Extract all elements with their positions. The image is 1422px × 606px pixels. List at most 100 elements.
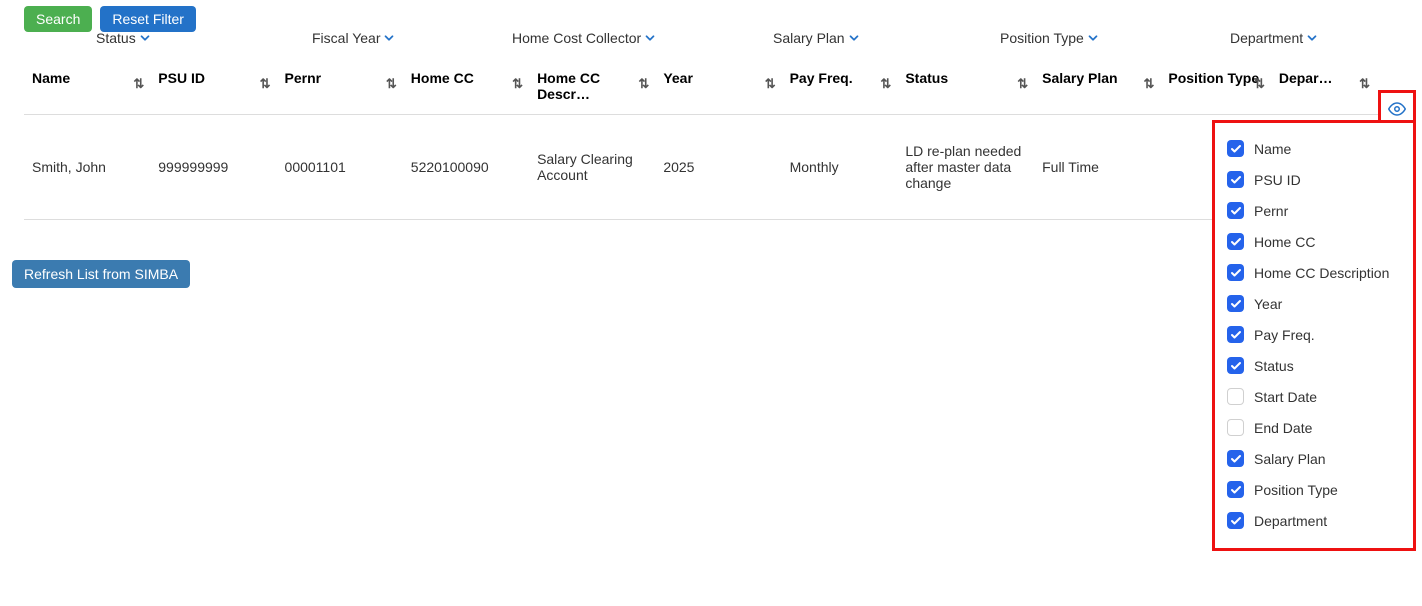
cell-pay_freq: Monthly [782, 115, 898, 220]
checkbox-checked-icon[interactable] [1227, 512, 1244, 529]
checkbox-unchecked-icon[interactable] [1227, 388, 1244, 405]
filter-home-cost-collector[interactable]: Home Cost Collector [512, 30, 657, 46]
column-toggle-label: Pay Freq. [1254, 327, 1315, 343]
column-toggle-home-cc[interactable]: Home CC [1225, 226, 1405, 257]
checkbox-unchecked-icon[interactable] [1227, 419, 1244, 436]
column-header-label: Home CC Descr… [537, 70, 600, 102]
column-toggle-label: Name [1254, 141, 1291, 157]
checkbox-checked-icon[interactable] [1227, 357, 1244, 374]
chevron-down-icon [138, 31, 152, 45]
column-toggle-home-cc-description[interactable]: Home CC Description [1225, 257, 1405, 288]
column-header-name[interactable]: Name ⇅ [24, 54, 150, 115]
data-table: Name⇅PSU ID⇅Pernr⇅Home CC⇅Home CC Descr…… [24, 54, 1414, 220]
checkbox-checked-icon[interactable] [1227, 233, 1244, 250]
cell-pernr: 00001101 [277, 115, 403, 220]
column-header-department[interactable]: Depar… ⇅ [1271, 54, 1376, 115]
refresh-list-button[interactable]: Refresh List from SIMBA [12, 260, 190, 288]
column-toggle-start-date[interactable]: Start Date [1225, 381, 1405, 412]
checkbox-checked-icon[interactable] [1227, 140, 1244, 157]
filter-position-type[interactable]: Position Type [1000, 30, 1100, 46]
column-toggle-label: Start Date [1254, 389, 1317, 405]
sort-icon[interactable]: ⇅ [1017, 76, 1028, 92]
column-header-pernr[interactable]: Pernr ⇅ [277, 54, 403, 115]
checkbox-checked-icon[interactable] [1227, 295, 1244, 312]
chevron-down-icon [1086, 31, 1100, 45]
column-toggle-name[interactable]: Name [1225, 133, 1405, 164]
column-toggle-salary-plan[interactable]: Salary Plan [1225, 443, 1405, 474]
column-toggle-label: PSU ID [1254, 172, 1301, 188]
column-toggle-label: Year [1254, 296, 1282, 312]
filter-salary-plan[interactable]: Salary Plan [773, 30, 861, 46]
column-toggle-label: Salary Plan [1254, 451, 1326, 467]
column-toggle-position-type[interactable]: Position Type [1225, 474, 1405, 505]
column-toggle-label: Pernr [1254, 203, 1288, 219]
filter-status[interactable]: Status [96, 30, 152, 46]
column-header-home_cc[interactable]: Home CC ⇅ [403, 54, 529, 115]
sort-icon[interactable]: ⇅ [880, 76, 891, 92]
column-header-status[interactable]: Status ⇅ [897, 54, 1034, 115]
column-header-label: Pernr [285, 70, 322, 86]
column-visibility-toggle-highlight [1378, 90, 1416, 124]
sort-icon[interactable]: ⇅ [1143, 76, 1154, 92]
checkbox-checked-icon[interactable] [1227, 264, 1244, 281]
sort-icon[interactable]: ⇅ [638, 76, 649, 92]
reset-filter-button[interactable]: Reset Filter [100, 6, 196, 32]
filter-row: Status Fiscal Year Home Cost Collector Sala… [8, 30, 1414, 54]
filter-department[interactable]: Department [1230, 30, 1319, 46]
chevron-down-icon [382, 31, 396, 45]
checkbox-checked-icon[interactable] [1227, 326, 1244, 343]
column-toggle-department[interactable]: Department [1225, 505, 1405, 536]
column-header-position_type[interactable]: Position Type⇅ [1160, 54, 1270, 115]
column-header-label: Home CC [411, 70, 474, 86]
column-header-label: Status [905, 70, 948, 86]
cell-salary_plan: Full Time [1034, 115, 1160, 220]
column-header-pay_freq[interactable]: Pay Freq. ⇅ [782, 54, 898, 115]
checkbox-checked-icon[interactable] [1227, 450, 1244, 467]
chevron-down-icon [1305, 31, 1319, 45]
column-toggle-pay-freq.[interactable]: Pay Freq. [1225, 319, 1405, 350]
column-header-label: Pay Freq. [790, 70, 853, 86]
column-header-label: Name [32, 70, 70, 86]
column-toggle-pernr[interactable]: Pernr [1225, 195, 1405, 226]
cell-home_cc_desc: Salary Clearing Account [529, 115, 655, 220]
chevron-down-icon [847, 31, 861, 45]
table-row[interactable]: Smith, John999999999000011015220100090Sa… [24, 115, 1414, 220]
sort-icon[interactable]: ⇅ [133, 76, 144, 92]
filter-label: Home Cost Collector [512, 30, 641, 46]
filter-label: Salary Plan [773, 30, 845, 46]
column-toggle-year[interactable]: Year [1225, 288, 1405, 319]
column-header-salary_plan[interactable]: Salary Plan ⇅ [1034, 54, 1160, 115]
column-header-label: Position Type [1168, 70, 1259, 86]
sort-icon[interactable]: ⇅ [1254, 76, 1265, 92]
column-header-year[interactable]: Year⇅ [655, 54, 781, 115]
column-header-psu_id[interactable]: PSU ID ⇅ [150, 54, 276, 115]
eye-icon[interactable] [1383, 97, 1411, 121]
cell-year: 2025 [655, 115, 781, 220]
cell-name: Smith, John [24, 115, 150, 220]
checkbox-checked-icon[interactable] [1227, 481, 1244, 498]
column-toggle-psu-id[interactable]: PSU ID [1225, 164, 1405, 195]
filter-label: Fiscal Year [312, 30, 380, 46]
sort-icon[interactable]: ⇅ [260, 76, 271, 92]
column-toggle-status[interactable]: Status [1225, 350, 1405, 381]
filter-fiscal-year[interactable]: Fiscal Year [312, 30, 396, 46]
column-header-label: PSU ID [158, 70, 205, 86]
sort-icon[interactable]: ⇅ [1359, 76, 1370, 92]
chevron-down-icon [643, 31, 657, 45]
column-header-home_cc_desc[interactable]: Home CC Descr… ⇅ [529, 54, 655, 115]
column-toggle-label: Status [1254, 358, 1294, 374]
cell-status: LD re-plan needed after master data chan… [897, 115, 1034, 220]
checkbox-checked-icon[interactable] [1227, 202, 1244, 219]
column-header-label: Salary Plan [1042, 70, 1118, 86]
filter-label: Status [96, 30, 136, 46]
column-toggle-label: End Date [1254, 420, 1312, 436]
column-toggle-end-date[interactable]: End Date [1225, 412, 1405, 443]
search-button[interactable]: Search [24, 6, 92, 32]
filter-label: Position Type [1000, 30, 1084, 46]
checkbox-checked-icon[interactable] [1227, 171, 1244, 188]
column-header-label: Depar… [1279, 70, 1333, 86]
column-visibility-menu[interactable]: Name PSU ID Pernr Home CCHome CC Descriptio… [1212, 120, 1416, 551]
sort-icon[interactable]: ⇅ [512, 76, 523, 92]
sort-icon[interactable]: ⇅ [765, 76, 776, 92]
sort-icon[interactable]: ⇅ [386, 76, 397, 92]
